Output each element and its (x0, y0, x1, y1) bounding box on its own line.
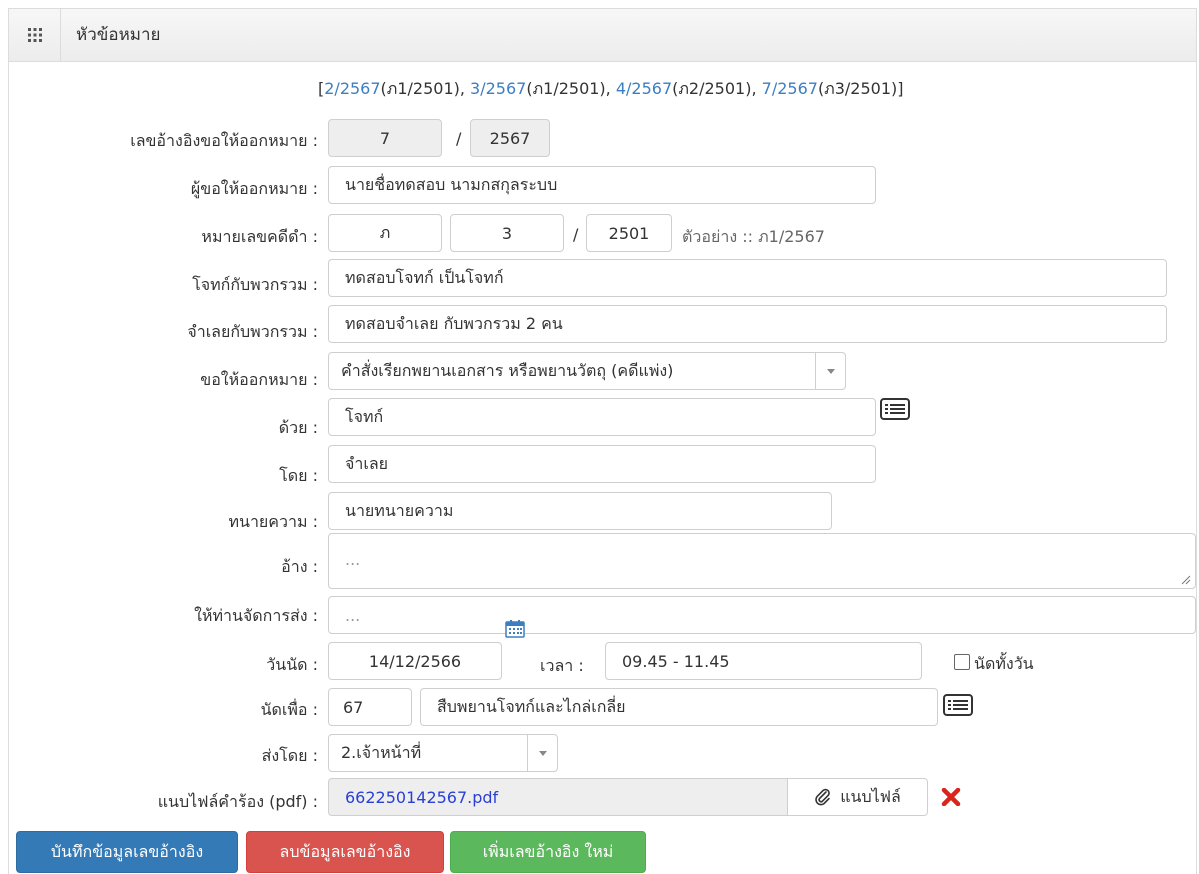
paperclip-icon (815, 788, 831, 806)
attached-file-name[interactable]: 662250142567.pdf (345, 788, 498, 807)
attach-file-button[interactable]: แนบไฟล์ (787, 778, 928, 816)
ref-number-field: 7 (328, 119, 442, 157)
panel-title: หัวข้อหมาย (76, 25, 161, 45)
attachment-file-field: 662250142567.pdf (328, 778, 788, 816)
send-by-label: ส่งโดย : (261, 746, 318, 765)
chevron-down-icon (815, 353, 845, 389)
grid-icon[interactable] (9, 9, 61, 61)
plaintiff-label: โจทก์กับพวกรวม : (192, 275, 318, 294)
with-label: ด้วย : (278, 418, 318, 437)
reference-case: (ภ1/2501) (380, 79, 460, 98)
reference-link[interactable]: 2/2567 (324, 79, 380, 98)
reference-case: (ภ2/2501) (672, 79, 752, 98)
requester-input[interactable]: นายชื่อทดสอบ นามกสกุลระบบ (328, 166, 876, 204)
plaintiff-input[interactable]: ทดสอบโจทก์ เป็นโจทก์ (328, 259, 1167, 297)
attachment-label: แนบไฟล์คำร้อง (pdf) : (157, 792, 318, 811)
time-label: เวลา : (540, 656, 584, 675)
reference-case: (ภ1/2501) (526, 79, 606, 98)
with-input[interactable]: โจทก์ (328, 398, 876, 436)
add-new-reference-button[interactable]: เพิ่มเลขอ้างอิง ใหม่ (450, 831, 646, 873)
ref-slash: / (456, 129, 462, 148)
separator: , (459, 79, 471, 98)
list-icon[interactable] (880, 398, 910, 420)
panel-header: หัวข้อหมาย (9, 9, 1196, 62)
appointment-code-input[interactable]: 67 (328, 688, 412, 726)
save-reference-button[interactable]: บันทึกข้อมูลเลขอ้างอิง (16, 831, 238, 873)
all-day-label: นัดทั้งวัน (974, 654, 1034, 673)
attach-file-label: แนบไฟล์ (840, 786, 901, 806)
separator: , (605, 79, 616, 98)
separator: , (751, 79, 762, 98)
delete-file-icon[interactable] (941, 788, 961, 806)
reference-case: (ภ3/2501) (817, 79, 898, 98)
appointment-purpose-input[interactable]: สืบพยานโจทก์และไกล่เกลี่ย (420, 688, 938, 726)
delete-reference-button[interactable]: ลบข้อมูลเลขอ้างอิง (246, 831, 444, 873)
refer-label: อ้าง : (281, 557, 318, 576)
case-prefix-input[interactable]: ภ (328, 214, 442, 252)
reference-link[interactable]: 3/2567 (470, 79, 526, 98)
all-day-checkbox[interactable] (954, 654, 970, 670)
requester-label: ผู้ขอให้ออกหมาย : (190, 179, 318, 198)
appointment-label: วันนัด : (266, 655, 318, 674)
chevron-down-icon (527, 735, 557, 771)
calendar-icon[interactable] (505, 620, 525, 638)
warrant-type-selected: คำสั่งเรียกพยานเอกสาร หรือพยานวัตถุ (คดี… (341, 360, 674, 380)
case-number-input[interactable]: 3 (450, 214, 564, 252)
by-label: โดย : (279, 466, 318, 485)
delivery-manage-input[interactable]: ... (328, 596, 1196, 634)
bracket-close: ] (897, 79, 904, 98)
defendant-label: จำเลยกับพวกรวม : (187, 322, 318, 341)
black-case-label: หมายเลขคดีดำ : (201, 227, 318, 246)
request-warrant-label: ขอให้ออกหมาย : (200, 370, 318, 389)
appointment-for-label: นัดเพื่อ : (260, 700, 318, 719)
lawyer-input[interactable]: นายทนายความ (328, 492, 832, 530)
case-example-hint: ตัวอย่าง :: ภ1/2567 (682, 227, 825, 246)
case-year-input[interactable]: 2501 (586, 214, 672, 252)
send-by-select[interactable]: 2.เจ้าหน้าที่ (328, 734, 558, 772)
list-icon[interactable] (943, 694, 973, 716)
by-input[interactable]: จำเลย (328, 445, 876, 483)
appointment-time-input[interactable]: 09.45 - 11.45 (605, 642, 922, 680)
reference-link[interactable]: 7/2567 (762, 79, 818, 98)
reference-link[interactable]: 4/2567 (616, 79, 672, 98)
resize-handle-icon[interactable] (1181, 575, 1191, 585)
lawyer-label: ทนายความ : (228, 512, 318, 531)
defendant-input[interactable]: ทดสอบจำเลย กับพวกรวม 2 คน (328, 305, 1167, 343)
refer-textarea[interactable]: ... (328, 533, 1196, 589)
reference-links: [2/2567(ภ1/2501), 3/2567(ภ1/2501), 4/256… (318, 77, 904, 102)
ref-year-field: 2567 (470, 119, 550, 157)
delivery-manage-label: ให้ท่านจัดการส่ง : (194, 606, 318, 625)
ref-no-label: เลขอ้างอิงขอให้ออกหมาย : (130, 131, 318, 150)
case-slash: / (573, 225, 579, 244)
warrant-type-select[interactable]: คำสั่งเรียกพยานเอกสาร หรือพยานวัตถุ (คดี… (328, 352, 846, 390)
appointment-date-input[interactable]: 14/12/2566 (328, 642, 502, 680)
send-by-selected: 2.เจ้าหน้าที่ (341, 742, 422, 762)
